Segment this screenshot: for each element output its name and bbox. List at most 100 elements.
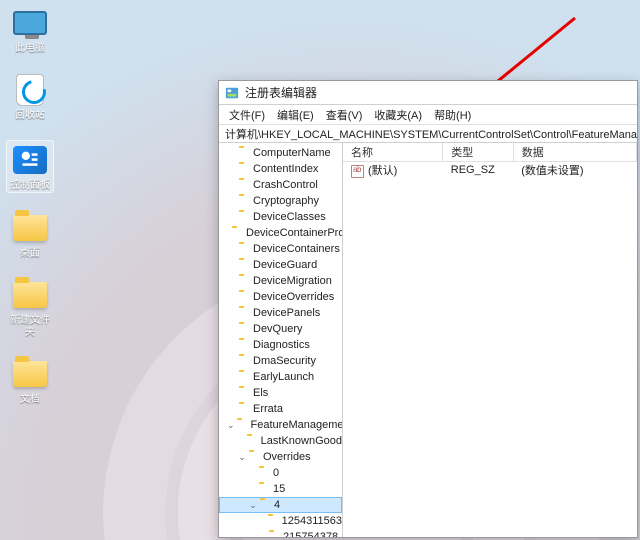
bin-icon — [13, 73, 47, 107]
desktop-icon-label: 回收站 — [6, 110, 54, 122]
expand-icon[interactable]: ⌄ — [227, 420, 235, 430]
menu-item-2[interactable]: 查看(V) — [320, 107, 369, 123]
folder-icon — [13, 211, 47, 245]
expand-icon[interactable]: ⌄ — [237, 452, 247, 462]
key-folder-icon — [238, 164, 250, 174]
col-data[interactable]: 数据 — [513, 143, 636, 161]
tree-node[interactable]: ·DeviceGuard — [219, 257, 342, 273]
key-folder-icon — [258, 484, 270, 494]
value-data: (数值未设置) — [513, 161, 636, 179]
window-body: ·ComputerName·ContentIndex·CrashControl·… — [219, 143, 637, 537]
menu-item-3[interactable]: 收藏夹(A) — [368, 107, 428, 123]
menubar: 文件(F)编辑(E)查看(V)收藏夹(A)帮助(H) — [219, 105, 637, 125]
key-folder-icon — [268, 532, 280, 537]
tree-node[interactable]: ·DevQuery — [219, 321, 342, 337]
desktop-icon-label: 此电脑 — [6, 43, 54, 55]
regedit-icon — [225, 86, 239, 100]
tree-node-label: Els — [253, 387, 268, 399]
tree-node[interactable]: ·EarlyLaunch — [219, 369, 342, 385]
key-folder-icon — [238, 148, 250, 158]
tree-node[interactable]: ·Cryptography — [219, 193, 342, 209]
tree-node[interactable]: ·Diagnostics — [219, 337, 342, 353]
tree-node[interactable]: ·0 — [219, 465, 342, 481]
tree-node[interactable]: ⌄4 — [219, 497, 342, 513]
tree-node[interactable]: ·DeviceClasses — [219, 209, 342, 225]
key-folder-icon — [238, 212, 250, 222]
tree-node-label: DmaSecurity — [253, 355, 316, 367]
tree-node[interactable]: ·DeviceContainerPropertyUpdat — [219, 225, 342, 241]
desktop-icon-f1[interactable]: 桌面 — [6, 211, 54, 260]
tree-node[interactable]: ·CrashControl — [219, 177, 342, 193]
key-folder-icon — [238, 260, 250, 270]
tree-node[interactable]: ·LastKnownGood — [219, 433, 342, 449]
address-bar[interactable]: 计算机\HKEY_LOCAL_MACHINE\SYSTEM\CurrentCon… — [219, 125, 637, 143]
key-folder-icon — [238, 372, 250, 382]
tree-node-label: ContentIndex — [253, 163, 318, 175]
value-row[interactable]: (默认)REG_SZ(数值未设置) — [343, 161, 637, 179]
titlebar[interactable]: 注册表编辑器 — [219, 81, 637, 105]
tree-node[interactable]: ·Errata — [219, 401, 342, 417]
key-folder-icon — [238, 276, 250, 286]
desktop-icon-label: 控制面板 — [7, 180, 53, 192]
desktop-icon-f3[interactable]: 文档 — [6, 357, 54, 406]
tree-node-label: 4 — [274, 499, 280, 511]
ctrl-icon — [13, 143, 47, 177]
key-folder-icon — [238, 308, 250, 318]
tree-node[interactable]: ·DeviceOverrides — [219, 289, 342, 305]
col-type[interactable]: 类型 — [443, 143, 513, 161]
pc-icon — [13, 6, 47, 40]
tree-node-label: DeviceContainerPropertyUpdat — [246, 227, 343, 239]
tree-node-label: ComputerName — [253, 147, 331, 159]
menu-item-1[interactable]: 编辑(E) — [271, 107, 320, 123]
tree-node[interactable]: ·ContentIndex — [219, 161, 342, 177]
registry-tree[interactable]: ·ComputerName·ContentIndex·CrashControl·… — [219, 143, 343, 537]
tree-node[interactable]: ·Els — [219, 385, 342, 401]
tree-node[interactable]: ·1254311563 — [219, 513, 342, 529]
key-folder-icon — [238, 196, 250, 206]
key-folder-icon — [258, 468, 270, 478]
tree-node[interactable]: ·DevicePanels — [219, 305, 342, 321]
tree-node-label: Overrides — [263, 451, 311, 463]
tree-node-label: Cryptography — [253, 195, 319, 207]
key-folder-icon — [231, 228, 243, 238]
menu-item-4[interactable]: 帮助(H) — [428, 107, 477, 123]
tree-node-label: 15 — [273, 483, 285, 495]
tree-node[interactable]: ⌄ Overrides — [219, 449, 342, 465]
tree-node-label: DevQuery — [253, 323, 303, 335]
tree-node[interactable]: ⌄ FeatureManagement — [219, 417, 342, 433]
tree-node-label: DevicePanels — [253, 307, 320, 319]
key-folder-icon — [236, 420, 248, 430]
tree-node-label: LastKnownGood — [261, 435, 342, 447]
menu-item-0[interactable]: 文件(F) — [223, 107, 271, 123]
expand-icon[interactable]: ⌄ — [248, 500, 258, 510]
desktop-icon-pc[interactable]: 此电脑 — [6, 6, 54, 55]
key-folder-icon — [238, 340, 250, 350]
tree-node[interactable]: ·215754378 — [219, 529, 342, 537]
regedit-window: 注册表编辑器 文件(F)编辑(E)查看(V)收藏夹(A)帮助(H) 计算机\HK… — [218, 80, 638, 538]
desktop-icon-label: 文档 — [6, 394, 54, 406]
tree-node[interactable]: ·DeviceMigration — [219, 273, 342, 289]
tree-node[interactable]: ·DmaSecurity — [219, 353, 342, 369]
window-title: 注册表编辑器 — [245, 84, 317, 101]
desktop-icon-ctrl[interactable]: 控制面板 — [6, 140, 54, 193]
tree-node-label: EarlyLaunch — [253, 371, 314, 383]
tree-node-label: DeviceMigration — [253, 275, 332, 287]
tree-node[interactable]: ·ComputerName — [219, 145, 342, 161]
desktop-icon-bin[interactable]: 回收站 — [6, 73, 54, 122]
value-list[interactable]: 名称 类型 数据 (默认)REG_SZ(数值未设置) — [343, 143, 637, 537]
key-folder-icon — [238, 388, 250, 398]
value-type: REG_SZ — [443, 161, 513, 179]
key-folder-icon — [238, 356, 250, 366]
tree-node[interactable]: ·DeviceContainers — [219, 241, 342, 257]
tree-node-label: Errata — [253, 403, 283, 415]
tree-node-label: 0 — [273, 467, 279, 479]
tree-node-label: DeviceContainers — [253, 243, 340, 255]
desktop-icon-f2[interactable]: 新建文件夹 — [6, 278, 54, 339]
col-name[interactable]: 名称 — [343, 143, 443, 161]
tree-node-label: 215754378 — [283, 531, 338, 537]
folder-icon — [13, 278, 47, 312]
tree-node[interactable]: ·15 — [219, 481, 342, 497]
folder-icon — [13, 357, 47, 391]
tree-node-label: FeatureManagement — [251, 419, 343, 431]
key-folder-icon — [238, 180, 250, 190]
